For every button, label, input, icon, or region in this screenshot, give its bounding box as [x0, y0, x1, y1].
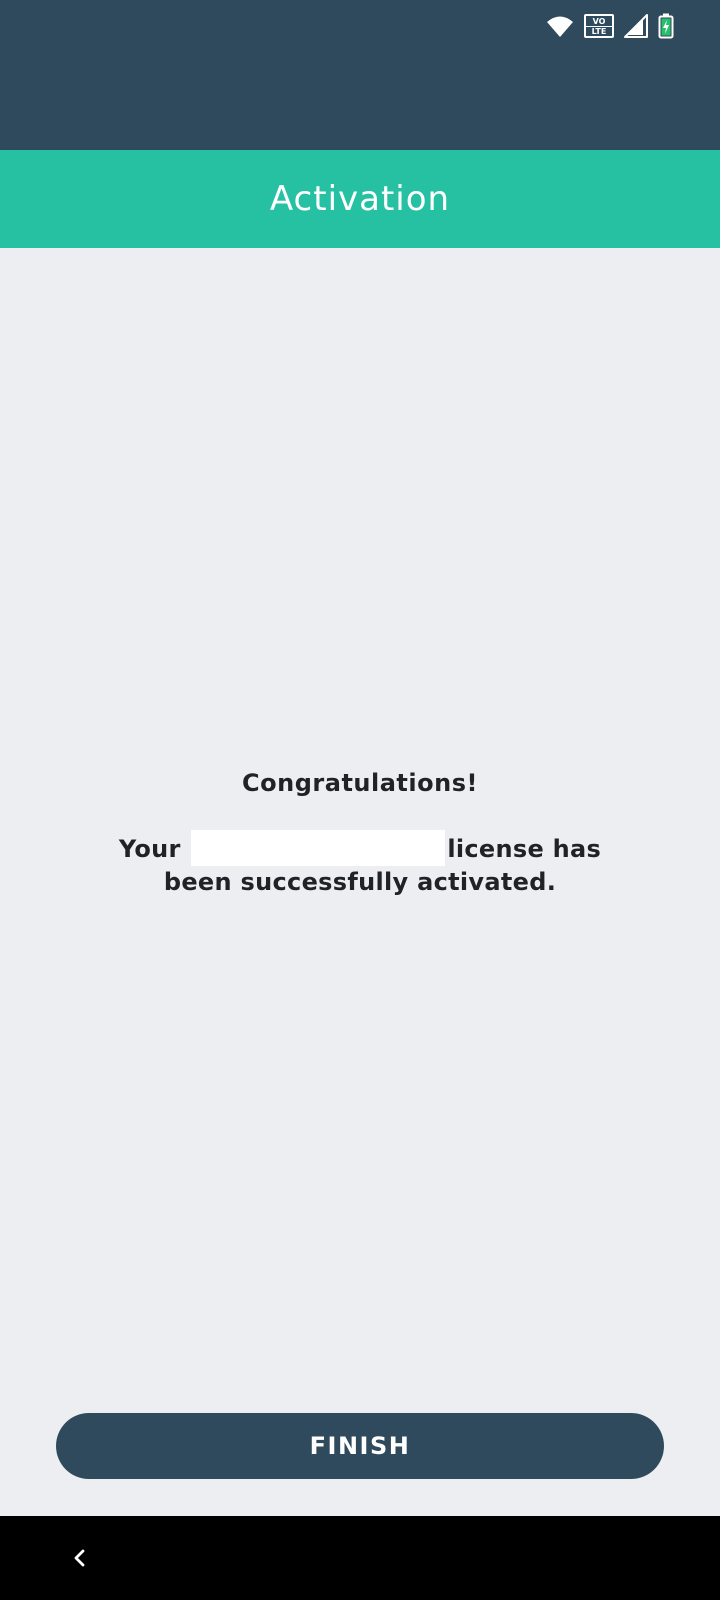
activation-text: Your license has been successfully activ… — [0, 830, 720, 898]
activation-message: Congratulations! Your license has been s… — [0, 766, 720, 898]
status-bar: VO LTE — [0, 0, 720, 150]
finish-button[interactable]: FINISH — [56, 1413, 664, 1479]
lte-label: LTE — [586, 25, 612, 36]
navigation-bar — [0, 1516, 720, 1600]
activation-screen: VO LTE Activation Congratulations! Your … — [0, 0, 720, 1600]
app-header: Activation — [0, 150, 720, 248]
activation-text-line2: been successfully activated. — [163, 868, 557, 896]
redacted-product-name — [191, 830, 446, 866]
back-button[interactable] — [56, 1534, 104, 1582]
volte-icon: VO LTE — [584, 14, 614, 38]
wifi-icon — [547, 16, 573, 37]
signal-icon — [624, 14, 648, 38]
congratulations-heading: Congratulations! — [242, 769, 478, 797]
status-icons: VO LTE — [546, 12, 674, 40]
volte-label: VO — [592, 16, 606, 26]
activation-text-suffix: license has — [447, 835, 602, 863]
page-title: Activation — [269, 179, 451, 219]
activation-text-prefix: Your — [118, 835, 181, 863]
battery-charging-icon — [658, 13, 674, 39]
chevron-left-icon — [74, 1549, 85, 1567]
